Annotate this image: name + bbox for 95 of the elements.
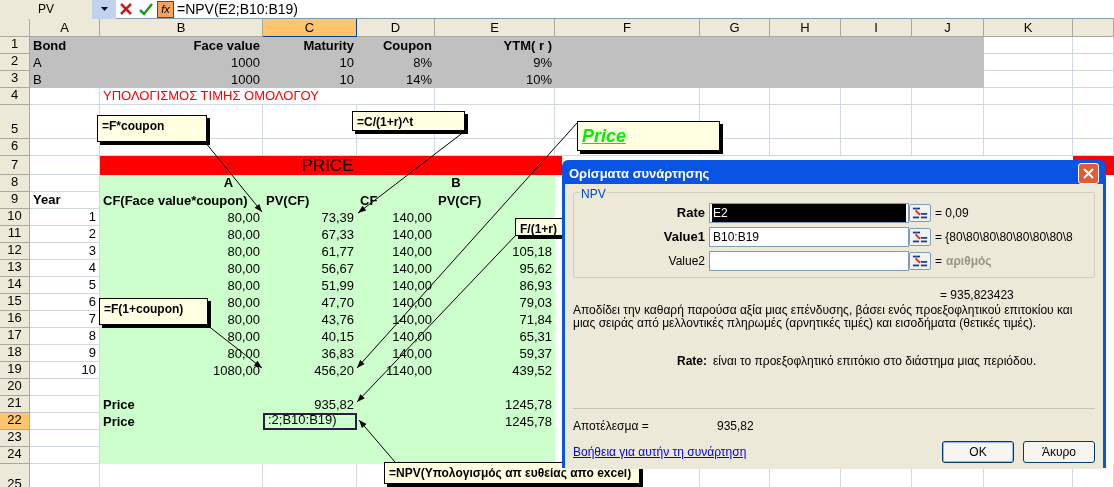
result-label: Αποτέλεσμα = [573, 418, 650, 435]
cell-text: 8% [413, 55, 432, 71]
cell-text: 935,82 [314, 397, 354, 413]
cell-text: CF(Face value*coupon) [103, 193, 248, 209]
cell-text: 14% [405, 72, 432, 88]
comment-tooltip: =F*coupon [97, 115, 207, 142]
group-header-cell: A [100, 175, 357, 192]
cell-text: 456,20 [314, 363, 354, 379]
cell-text: 140,00 [392, 210, 432, 226]
cell-text: 1 [88, 209, 96, 225]
cell-text: 10 [339, 72, 354, 88]
cell-text: 140,00 [392, 295, 432, 311]
cell-text: 105,18 [512, 244, 552, 260]
cell-text: 80,00 [227, 329, 260, 345]
argument-value: = 0,09 [935, 205, 969, 222]
argument-help-label: Rate: [677, 353, 707, 370]
cell-text: ΥΠΟΛΟΓΙΣΜΟΣ ΤΙΜΗΣ ΟΜΟΛΟΓΟΥ [103, 88, 319, 104]
cell-text: Price [103, 414, 135, 430]
comment-tooltip: =C/(1+r)^t [352, 111, 465, 131]
cell-text: 80,00 [227, 312, 260, 328]
cell-text: 140,00 [392, 227, 432, 243]
cell-text: 36,83 [321, 346, 354, 362]
cell-text: Price [103, 397, 135, 413]
cell-text: B [33, 72, 42, 88]
result-value: 935,82 [717, 418, 754, 435]
cell-text: 79,03 [519, 295, 552, 311]
cell-text: A [33, 55, 42, 71]
cell-text: 5 [88, 277, 96, 293]
cell-text: 59,37 [519, 346, 552, 362]
argument-label: Value1 [662, 228, 706, 247]
function-description: Αποδίδει την καθαρή παρούσα αξία μιας επένδυσης, βάσει ενός προεξοφλητικού επιτοκίου και μιας σειράς από μελλοντικές πληρωμές (αρνητικές τιμές) και εισοδήματα (θετικές τιμές). [573, 304, 1074, 330]
cell-text: PV(CF) [266, 193, 310, 209]
cell-text: 439,52 [512, 363, 552, 379]
dialog-title: Ορίσματα συνάρτησης [569, 164, 710, 183]
cell-text: 47,70 [321, 295, 354, 311]
argument-value: = [935, 253, 942, 270]
cell-text: 10 [339, 55, 354, 71]
cell-text: PV(CF) [438, 193, 482, 209]
cell-text: CF [360, 193, 378, 209]
cell-text: 80,00 [227, 227, 260, 243]
cell-text: 140,00 [392, 244, 432, 260]
cell-text: YTM( r ) [503, 38, 552, 54]
cell-text: Face value [193, 38, 260, 54]
cell-text: 65,31 [519, 329, 552, 345]
cell-text: 80,00 [227, 210, 260, 226]
cell-text: 95,62 [519, 261, 552, 277]
argument-help-text: είναι το προεξοφλητικό επιτόκιο στο διάστημα μιας περιόδου. [713, 353, 1037, 370]
cell-text: 140,00 [392, 278, 432, 294]
cell-text: 6 [88, 294, 96, 310]
cell-text: 80,00 [227, 261, 260, 277]
banner-cell: PRICE [100, 156, 562, 175]
cell-text: 86,93 [519, 278, 552, 294]
cell-text: Coupon [382, 38, 432, 54]
formula-text: =NPV(E2;B10:B19) [177, 0, 298, 19]
cell-text: 61,77 [321, 244, 354, 260]
cell-text: Bond [33, 38, 67, 54]
cell-text: 1245,78 [505, 414, 552, 430]
cell-text: 80,00 [227, 278, 260, 294]
cell-text: Year [33, 192, 61, 208]
cell-text: 3 [88, 243, 96, 259]
cell-text: 1140,00 [385, 363, 432, 379]
argument-hint: αριθμός [946, 253, 992, 270]
cell-text: 1245,78 [505, 397, 552, 413]
comment-tooltip: F/(1+r) [515, 218, 565, 236]
cell-text: 67,33 [321, 227, 354, 243]
argument-label: Value2 [667, 253, 706, 270]
cell-text: 2 [88, 226, 96, 242]
cell-text: 1000 [231, 72, 260, 88]
comment-tooltip: Price [577, 121, 720, 151]
cell-text: 9% [533, 55, 552, 71]
cell-text: 1000 [231, 55, 260, 71]
cell-text: 40,15 [321, 329, 354, 345]
comment-tooltip: =F(1+coupon) [99, 298, 208, 325]
cell-text: 140,00 [392, 346, 432, 362]
cell-text: 71,84 [519, 312, 552, 328]
cell-text: 7 [88, 311, 96, 327]
cell-text: 1080,00 [213, 363, 260, 379]
cell-text: 10% [525, 72, 552, 88]
cell-text: 140,00 [392, 261, 432, 277]
cell-text: 56,67 [321, 261, 354, 277]
argument-value: = {80\80\80\80\80\80\80\8 [935, 229, 1073, 246]
argument-label: Rate [675, 204, 706, 223]
cell-text: 51,99 [321, 278, 354, 294]
cell-text: :2;B10:B19) [268, 412, 337, 428]
cell-text: Maturity [303, 38, 354, 54]
group-header-cell: B [357, 175, 555, 192]
cell-text: 73,39 [321, 210, 354, 226]
cell-text: 4 [88, 260, 96, 276]
cell-text: 9 [88, 345, 96, 361]
cell-text: 80,00 [227, 295, 260, 311]
cell-text: 10 [81, 362, 96, 378]
cell-text: 43,76 [321, 312, 354, 328]
cell-text: 80,00 [227, 244, 260, 260]
cell-text: 8 [88, 328, 96, 344]
formula-result: = 935,823423 [940, 287, 1015, 304]
